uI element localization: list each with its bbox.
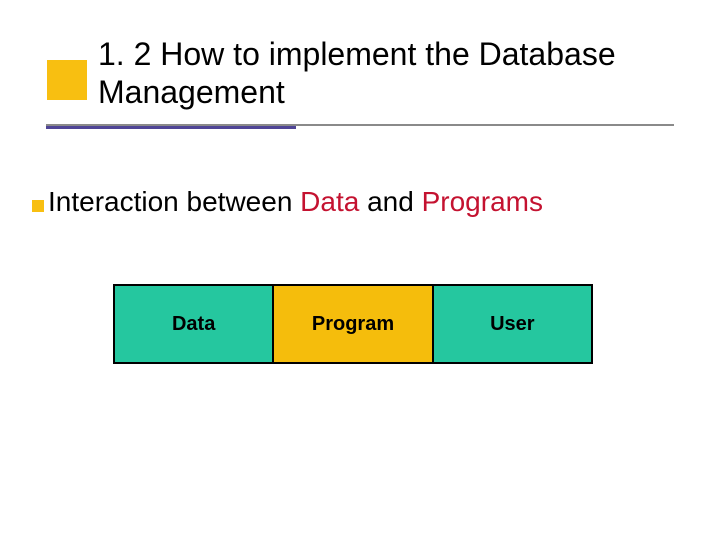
body-mid: and <box>359 186 421 217</box>
title-underline-purple <box>46 126 296 129</box>
box-data: Data <box>113 284 274 364</box>
body-line: Interaction between Data and Programs <box>48 186 543 218</box>
body-data-word: Data <box>300 186 359 217</box>
bullet-square-icon <box>32 200 44 212</box>
slide: 1. 2 How to implement the Database Manag… <box>0 0 720 540</box>
title-accent-square <box>47 60 87 100</box>
body-prefix: Interaction between <box>48 186 300 217</box>
slide-title: 1. 2 How to implement the Database Manag… <box>98 35 678 112</box>
box-program: Program <box>274 284 433 364</box>
interaction-boxes: Data Program User <box>113 284 593 364</box>
box-user: User <box>434 284 593 364</box>
body-programs-word: Programs <box>422 186 543 217</box>
